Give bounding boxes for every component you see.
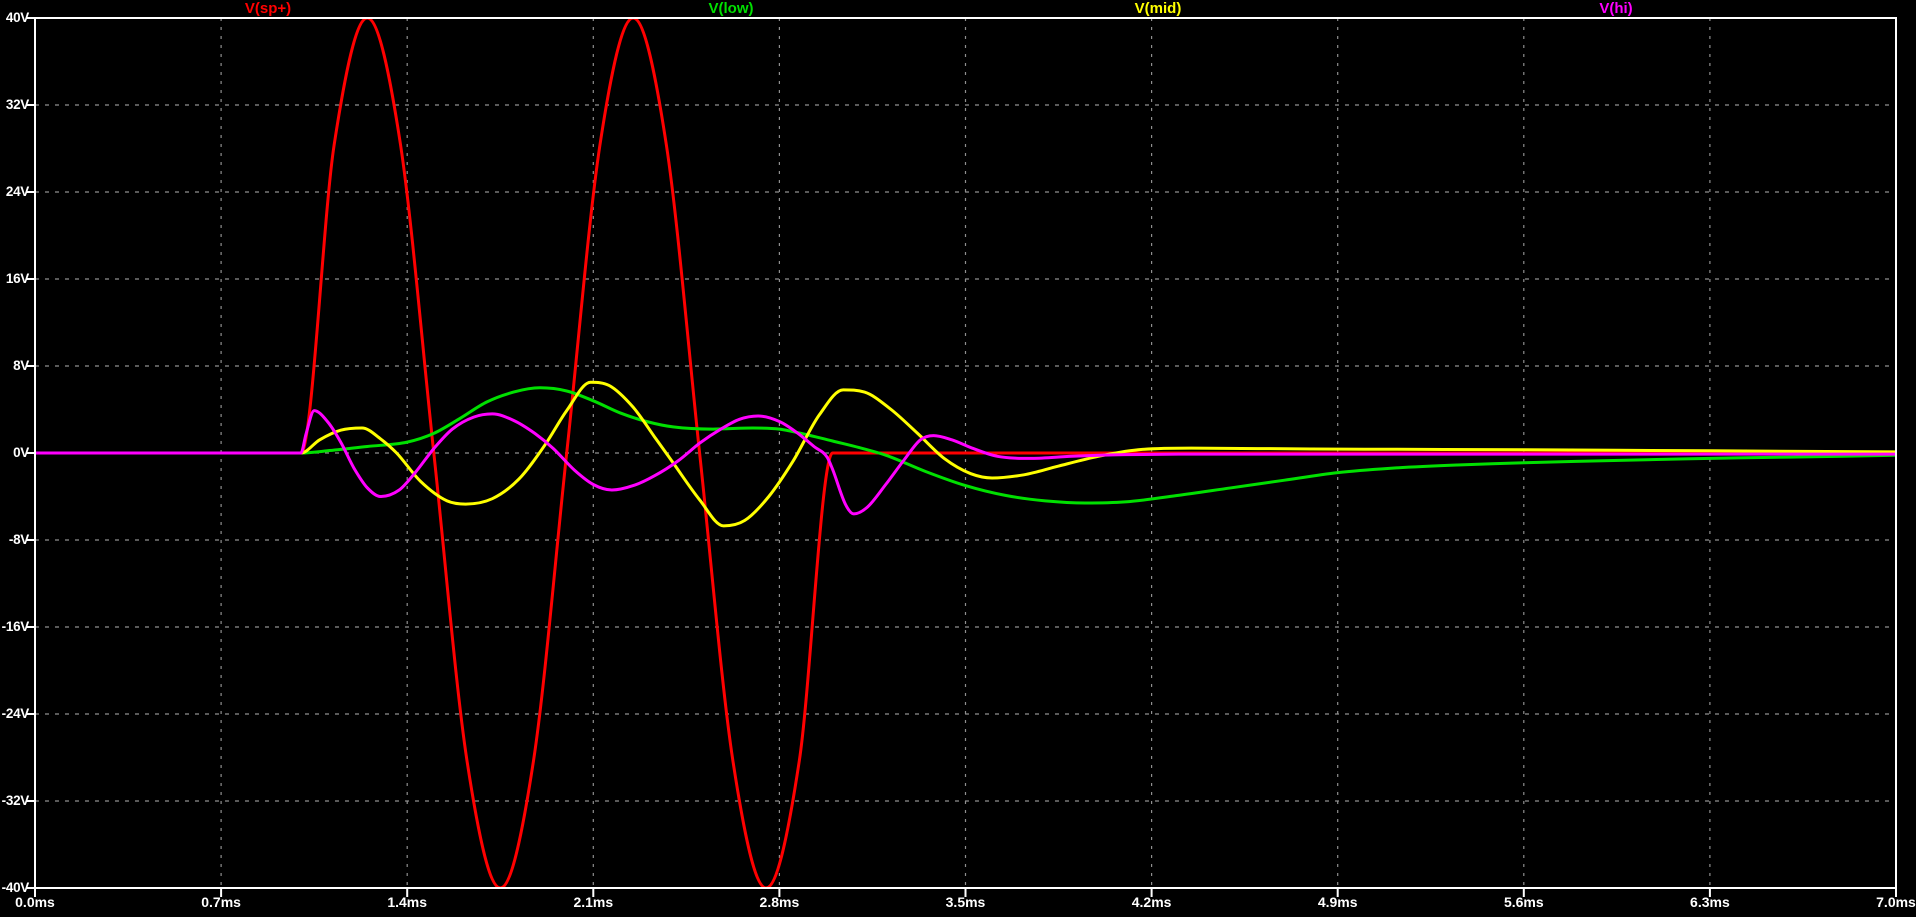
y-tick-label: -24V bbox=[1, 706, 30, 721]
x-tick-label: 5.6ms bbox=[1503, 894, 1544, 910]
x-tick-label: 7.0ms bbox=[1876, 894, 1916, 910]
x-tick-label: 4.2ms bbox=[1131, 894, 1172, 910]
x-tick-label: 3.5ms bbox=[945, 894, 986, 910]
waveform-viewer: V(sp+) V(low) V(mid) V(hi) 0.0ms 0.7ms 1.4ms 2… bbox=[0, 0, 1916, 917]
x-tick-label: 2.8ms bbox=[759, 894, 800, 910]
y-tick-label: 32V bbox=[5, 97, 29, 112]
x-tick-label: 1.4ms bbox=[387, 894, 428, 910]
y-tick-label: 40V bbox=[5, 10, 29, 25]
y-tick-label: 8V bbox=[13, 358, 29, 373]
trace-vhi bbox=[35, 409, 1896, 516]
y-tick-label: 0V bbox=[13, 445, 29, 460]
y-tick-label: 16V bbox=[5, 271, 29, 286]
y-tick-label: -8V bbox=[8, 532, 29, 547]
x-tick-label: 4.9ms bbox=[1317, 894, 1358, 910]
y-tick-label: -32V bbox=[1, 793, 30, 808]
x-tick-label: 6.3ms bbox=[1690, 894, 1730, 910]
y-tick-label: 24V bbox=[5, 184, 29, 199]
x-tick-label: 0.0ms bbox=[15, 894, 55, 910]
plot-area[interactable] bbox=[0, 0, 1916, 917]
x-tick-label: 2.1ms bbox=[573, 894, 614, 910]
x-tick-label: 0.7ms bbox=[201, 894, 241, 910]
plot-border bbox=[26, 17, 1897, 897]
y-tick-label: -40V bbox=[1, 880, 30, 895]
y-tick-label: -16V bbox=[1, 619, 30, 634]
